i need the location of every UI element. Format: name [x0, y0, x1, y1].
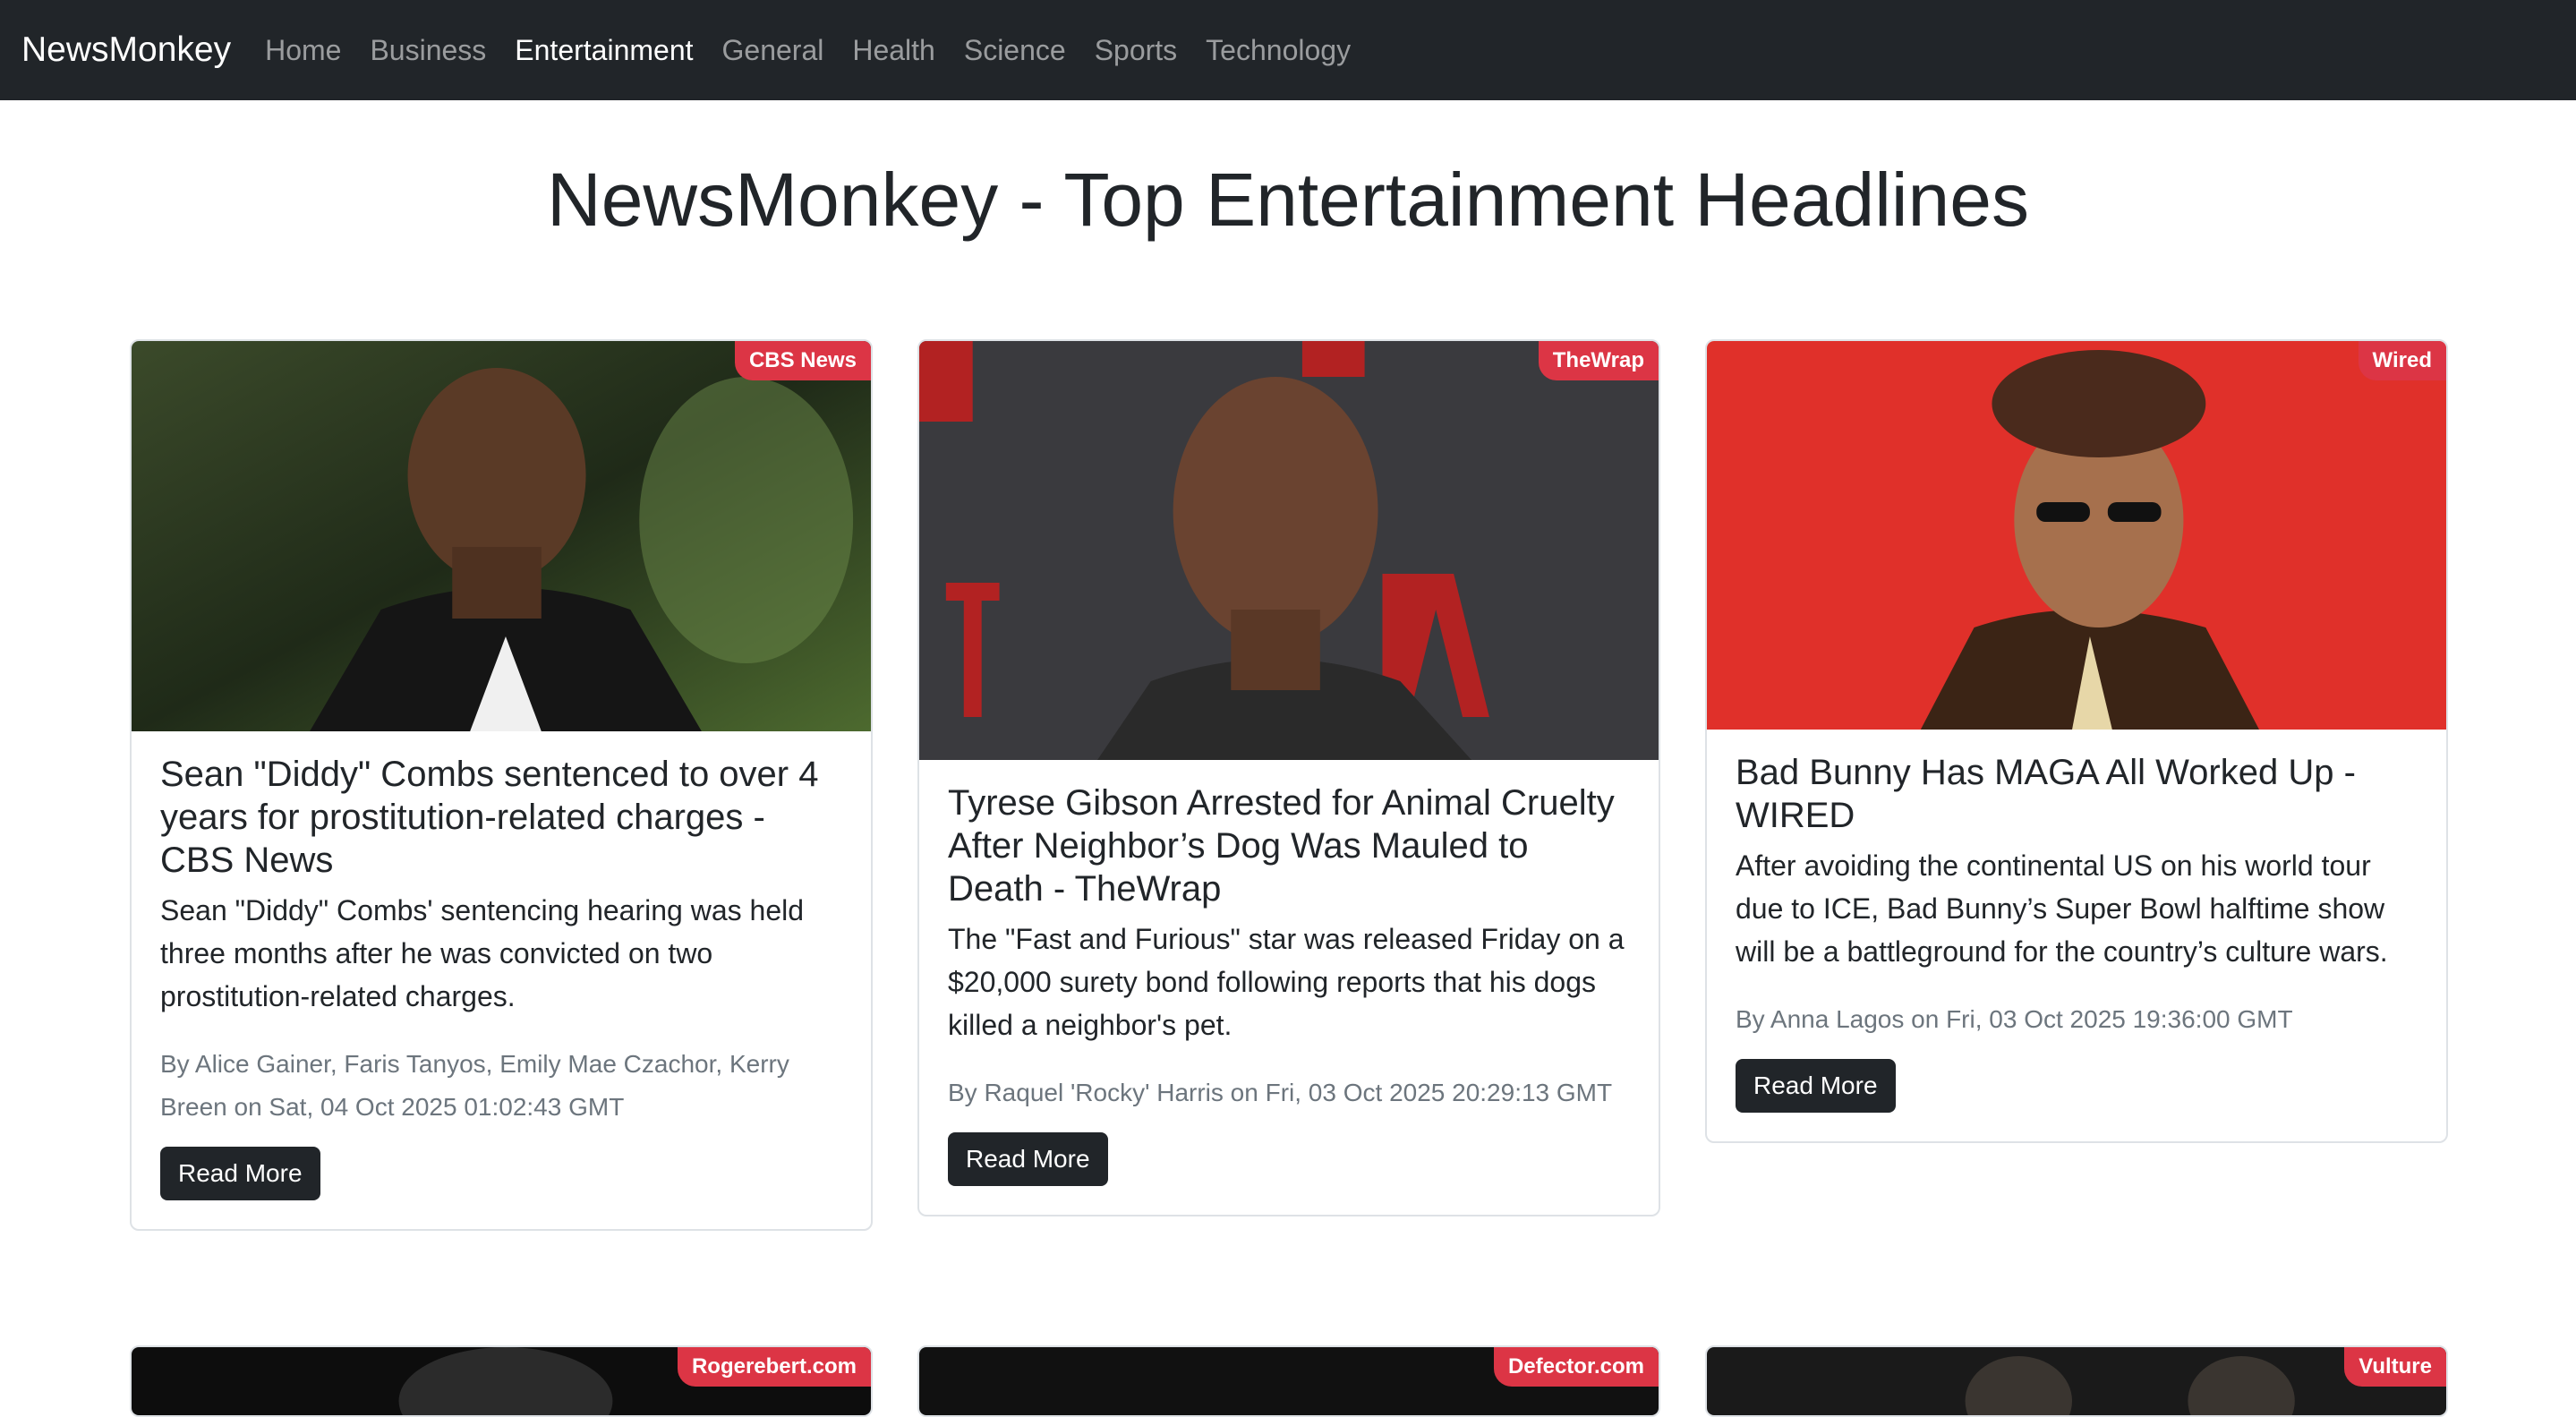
source-badge: TheWrap	[1538, 341, 1659, 380]
news-card: Defector.com	[917, 1345, 1660, 1417]
article-image: Rogerebert.com	[132, 1347, 871, 1415]
news-card: Wired Bad Bunny Has MAGA All Worked Up -…	[1705, 339, 2448, 1143]
source-badge: Vulture	[2344, 1347, 2446, 1387]
article-byline: By Anna Lagos on Fri, 03 Oct 2025 19:36:…	[1736, 1005, 2293, 1033]
source-badge: Rogerebert.com	[677, 1347, 871, 1387]
article-title: Tyrese Gibson Arrested for Animal Cruelt…	[948, 783, 1615, 909]
read-more-button[interactable]: Read More	[160, 1147, 320, 1200]
news-grid: CBS News Sean "Diddy" Combs sentenced to…	[0, 0, 2576, 1417]
article-image: CBS News	[132, 341, 871, 731]
article-title: Bad Bunny Has MAGA All Worked Up - WIRED	[1736, 753, 2356, 835]
article-description: Sean "Diddy" Combs' sentencing hearing w…	[160, 894, 805, 1012]
article-image: TheWrap	[919, 341, 1659, 760]
source-badge: CBS News	[734, 341, 871, 380]
source-badge: Defector.com	[1493, 1347, 1659, 1387]
news-card: TheWrap Tyrese Gibson Arrested for Anima…	[917, 339, 1660, 1216]
article-title: Sean "Diddy" Combs sentenced to over 4 y…	[160, 755, 819, 880]
article-image: Vulture	[1707, 1347, 2446, 1415]
news-card: Vulture	[1705, 1345, 2448, 1417]
source-badge: Wired	[2358, 341, 2446, 380]
news-card: CBS News Sean "Diddy" Combs sentenced to…	[130, 339, 873, 1231]
article-description: The "Fast and Furious" star was released…	[948, 923, 1625, 1041]
article-description: After avoiding the continental US on his…	[1736, 849, 2388, 968]
article-image: Defector.com	[919, 1347, 1659, 1415]
read-more-button[interactable]: Read More	[948, 1132, 1108, 1186]
article-byline: By Alice Gainer, Faris Tanyos, Emily Mae…	[160, 1050, 789, 1121]
article-byline: By Raquel 'Rocky' Harris on Fri, 03 Oct …	[948, 1079, 1613, 1106]
news-card: Rogerebert.com	[130, 1345, 873, 1417]
read-more-button[interactable]: Read More	[1736, 1059, 1896, 1113]
article-image: Wired	[1707, 341, 2446, 730]
